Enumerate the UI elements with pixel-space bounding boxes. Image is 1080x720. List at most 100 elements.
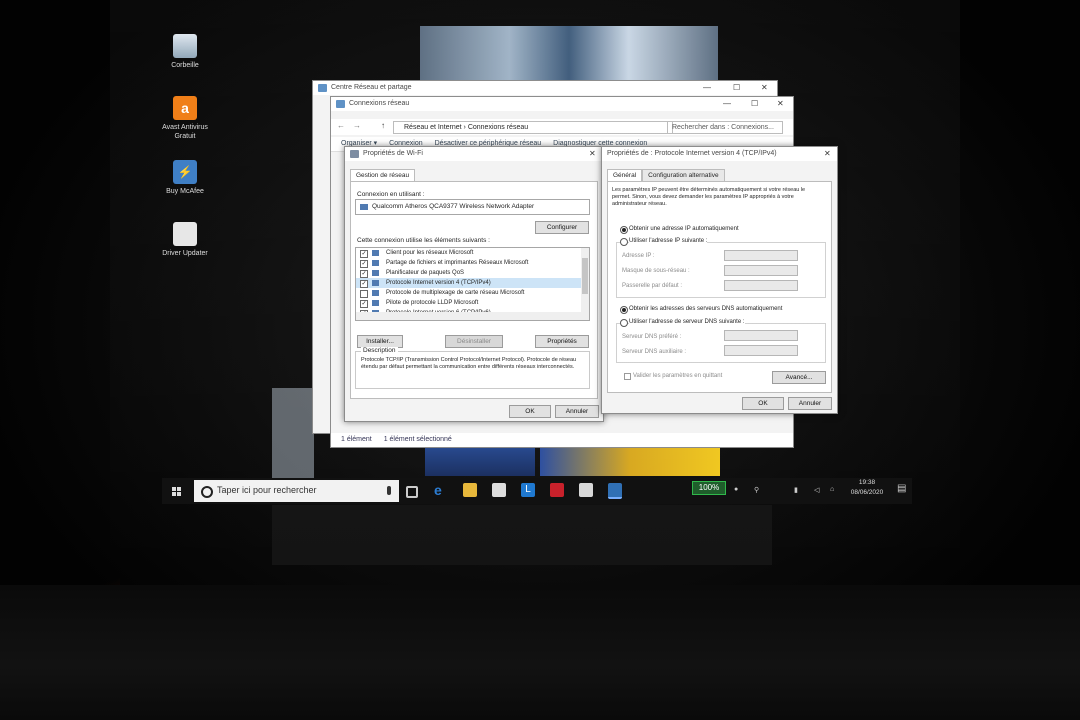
- configure-button[interactable]: Configurer: [535, 221, 589, 234]
- auto-ip-label: Obtenir une adresse IP automatiquement: [629, 226, 739, 232]
- list-item[interactable]: ✓ Pilote de protocole LLDP Microsoft: [356, 298, 589, 308]
- network-service-icon: [372, 270, 379, 276]
- network-client-icon: [372, 260, 379, 266]
- list-item-label: Protocole Internet version 4 (TCP/IPv4): [386, 280, 491, 286]
- uninstall-button[interactable]: Désinstaller: [445, 335, 503, 348]
- close-button[interactable]: ✕: [761, 81, 768, 95]
- lenovo-icon[interactable]: L: [521, 483, 535, 497]
- manual-ip-label: Utiliser l'adresse IP suivante :: [629, 238, 708, 244]
- close-button[interactable]: ✕: [777, 97, 784, 111]
- background-window: [540, 446, 720, 476]
- microphone-icon[interactable]: [387, 486, 391, 495]
- minimize-button[interactable]: —: [703, 81, 711, 95]
- desktop-icon-label: Driver Updater: [162, 250, 208, 257]
- checkbox[interactable]: ✓: [360, 300, 368, 308]
- clock-time: 19:38: [858, 479, 876, 486]
- close-button[interactable]: ✕: [589, 147, 596, 161]
- battery-indicator[interactable]: 100%: [692, 481, 726, 495]
- clock[interactable]: 19:38 08/06/2020: [847, 478, 887, 498]
- wifi-tray-icon[interactable]: ▮: [794, 486, 798, 494]
- properties-button[interactable]: Propriétés: [535, 335, 589, 348]
- volume-icon[interactable]: ◁: [814, 486, 819, 494]
- checkbox[interactable]: ✓: [360, 260, 368, 268]
- description-title: Description: [361, 347, 398, 354]
- auto-ip-radio[interactable]: [620, 226, 628, 234]
- gateway-label: Passerelle par défaut :: [622, 283, 683, 289]
- mail-icon[interactable]: [579, 483, 593, 497]
- desktop-icon-mcafee[interactable]: ⚡ Buy McAfee: [153, 160, 217, 196]
- vertical-scrollbar[interactable]: [581, 248, 589, 320]
- cortana-icon: [201, 486, 213, 498]
- network-icon: [336, 100, 345, 108]
- background-window: [272, 505, 772, 565]
- checkbox[interactable]: [360, 290, 368, 298]
- network-adapter-icon: [360, 204, 368, 210]
- manual-dns-radio[interactable]: [620, 319, 628, 327]
- mcafee-taskbar-icon[interactable]: [550, 483, 564, 497]
- search-input[interactable]: Rechercher dans : Connexions...: [667, 121, 783, 134]
- edge-icon[interactable]: e: [434, 483, 448, 497]
- minimize-button[interactable]: —: [723, 97, 731, 111]
- network-center-titlebar: Centre Réseau et partage — ☐ ✕: [313, 81, 777, 95]
- alternate-dns-field[interactable]: [724, 345, 798, 356]
- language-icon[interactable]: ⌂: [830, 486, 834, 493]
- maximize-button[interactable]: ☐: [751, 97, 758, 111]
- people-icon[interactable]: ⚲: [754, 486, 759, 494]
- network-client-icon: [372, 250, 379, 256]
- task-view-icon[interactable]: [406, 486, 418, 498]
- components-list[interactable]: ✓ Client pour les réseaux Microsoft ✓ Part…: [355, 247, 590, 321]
- gateway-field[interactable]: [724, 280, 798, 291]
- address-path[interactable]: Réseau et Internet › Connexions réseau: [393, 121, 673, 134]
- manual-ip-radio[interactable]: [620, 238, 628, 246]
- ok-button[interactable]: OK: [742, 397, 784, 410]
- manual-dns-label: Utiliser l'adresse de serveur DNS suivan…: [629, 319, 745, 325]
- wifi-properties-titlebar: Propriétés de Wi-Fi ✕: [345, 147, 603, 161]
- pin-icon[interactable]: ●: [734, 486, 738, 493]
- windows-start-icon[interactable]: [172, 487, 181, 496]
- cancel-button[interactable]: Annuler: [788, 397, 832, 410]
- preferred-dns-field[interactable]: [724, 330, 798, 341]
- checkbox[interactable]: ✓: [360, 280, 368, 288]
- ip-address-field[interactable]: [724, 250, 798, 261]
- auto-dns-radio[interactable]: [620, 306, 628, 314]
- scrollbar-thumb[interactable]: [582, 258, 588, 294]
- horizontal-scrollbar[interactable]: [356, 312, 589, 320]
- validate-checkbox[interactable]: [624, 373, 631, 380]
- recycle-bin-icon: [173, 34, 197, 58]
- mcafee-icon: ⚡: [173, 160, 197, 184]
- back-arrow-icon[interactable]: ←: [337, 121, 345, 130]
- network-connections-taskbar-icon[interactable]: [608, 483, 622, 499]
- subnet-mask-field[interactable]: [724, 265, 798, 276]
- network-connections-titlebar: Connexions réseau — ☐ ✕: [331, 97, 793, 111]
- list-item[interactable]: Protocole de multiplexage de carte résea…: [356, 288, 589, 298]
- list-item[interactable]: ✓ Planificateur de paquets QoS: [356, 268, 589, 278]
- connect-using-label: Connexion en utilisant :: [357, 191, 425, 198]
- file-explorer-icon[interactable]: [463, 483, 477, 497]
- forward-arrow-icon[interactable]: →: [353, 121, 361, 130]
- list-item-label: Client pour les réseaux Microsoft: [386, 250, 474, 256]
- list-item-label: Partage de fichiers et imprimantes Résea…: [386, 260, 529, 266]
- list-item-selected[interactable]: ✓ Protocole Internet version 4 (TCP/IPv4): [356, 278, 589, 288]
- desktop-icon-avast[interactable]: a Avast Antivirus Gratuit: [153, 96, 217, 141]
- search-placeholder: Taper ici pour rechercher: [217, 485, 317, 495]
- cancel-button[interactable]: Annuler: [555, 405, 599, 418]
- advanced-button[interactable]: Avancé...: [772, 371, 826, 384]
- store-icon[interactable]: [492, 483, 506, 497]
- checkbox[interactable]: ✓: [360, 270, 368, 278]
- list-item[interactable]: ✓ Partage de fichiers et imprimantes Rése…: [356, 258, 589, 268]
- list-item[interactable]: ✓ Client pour les réseaux Microsoft: [356, 248, 589, 258]
- ipv4-properties-titlebar: Propriétés de : Protocole Internet versi…: [602, 147, 837, 161]
- checkbox[interactable]: ✓: [360, 250, 368, 258]
- adapter-field: Qualcomm Atheros QCA9377 Wireless Networ…: [355, 199, 590, 215]
- ipv4-properties-dialog: Propriétés de : Protocole Internet versi…: [601, 146, 838, 414]
- desktop-icon-driver-updater[interactable]: Driver Updater: [153, 222, 217, 258]
- taskbar: Taper ici pour rechercher e L 100% ● ⚲ ▮…: [162, 478, 912, 504]
- maximize-button[interactable]: ☐: [733, 81, 740, 95]
- notification-icon[interactable]: ▤: [897, 483, 906, 494]
- taskbar-search[interactable]: Taper ici pour rechercher: [194, 480, 399, 502]
- components-label: Cette connexion utilise les éléments sui…: [357, 237, 490, 244]
- desktop-icon-corbeille[interactable]: Corbeille: [153, 34, 217, 70]
- close-button[interactable]: ✕: [824, 147, 831, 161]
- up-arrow-icon[interactable]: ↑: [381, 121, 385, 130]
- ok-button[interactable]: OK: [509, 405, 551, 418]
